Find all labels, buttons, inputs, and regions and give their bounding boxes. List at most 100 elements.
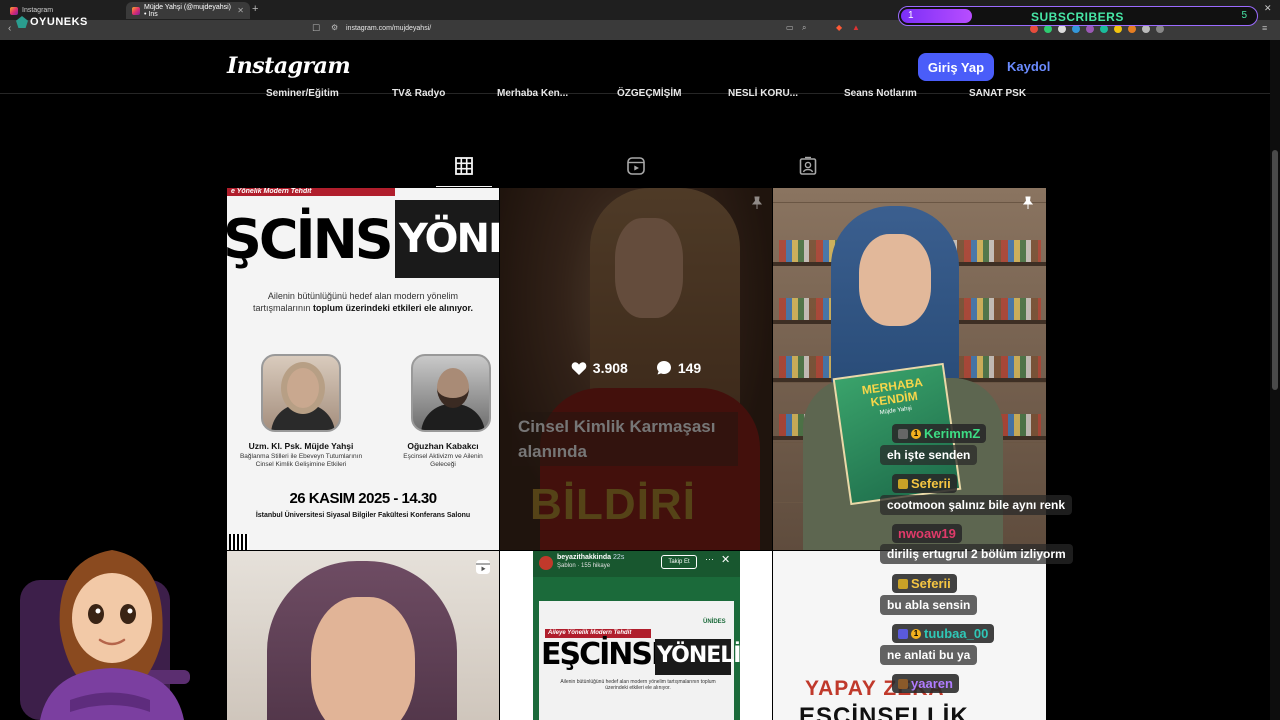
speaker-head [287,368,319,408]
bits-badge-icon: 1 [911,628,921,639]
bits-badge-icon: 1 [911,428,921,439]
post-subtitle: Ailenin bütünlüğünü hedef alan modern yö… [243,290,483,314]
extension-icon[interactable] [1128,25,1136,33]
reel-badge-icon [476,560,490,574]
speaker-topic: Eşcinsel Aktivizm ve Ailenin Geleceği [403,453,483,468]
chat-text: bu abla sensin [880,594,978,615]
avatar-face [72,573,152,663]
chat-username: Seferii [892,574,957,593]
tab-title: Instagram [22,7,54,14]
story-username: beyazithakkinda [557,554,612,561]
post-tile-hovered[interactable]: Cinsel Kimlik Karmaşası alanında BİLDİRİ… [500,188,772,550]
browser-tab-profile[interactable]: Müjde Yahşi (@mujdeyahsi) • Ins ✕ [126,2,250,19]
alert-icon[interactable]: ▲ [852,23,860,32]
chat-text: diriliş ertugrul 2 bölüm izliyorm [880,544,1073,564]
chat-username-text: KerimmZ [924,426,981,441]
close-tab-icon[interactable]: ✕ [237,6,244,15]
speaker-name: Uzm. Kl. Psk. Müjde Yahşi [248,441,354,451]
extension-icon[interactable] [1072,25,1080,33]
chat-username-text: tuubaa_00 [924,626,989,641]
reels-icon[interactable] [626,156,646,176]
speaker-body [271,404,335,430]
highlight-label[interactable]: Merhaba Ken... [497,88,568,99]
story-highlights: Seminer/Eğitim TV& Radyo Merhaba Ken... … [227,88,1047,102]
post-photo-detail [311,597,415,720]
speaker-head [437,368,469,408]
org-logo: ÜNİDES [703,619,726,625]
post-subtitle: Ailenin bütünlüğünü hedef alan modern yö… [560,679,716,691]
extension-icon[interactable] [1156,25,1164,33]
speaker-photo [261,354,341,432]
highlight-label[interactable]: TV& Radyo [392,88,445,99]
comments-count: 149 [677,360,702,376]
chat-message: Seferii bu abla sensin [880,574,978,615]
back-icon[interactable]: ‹ [8,23,11,34]
extension-icon[interactable] [1030,25,1038,33]
story-header: beyazithakkinda 22s Şablon · 155 hikaye … [533,551,740,577]
extension-icon[interactable] [1100,25,1108,33]
site-info-icon[interactable]: ⚙ [331,23,338,32]
extension-icon[interactable] [1058,25,1066,33]
sub-badge-icon [898,678,908,689]
url-field[interactable]: instagram.com/mujdeyahsi/ [346,25,431,32]
post-tile[interactable]: beyazithakkinda 22s Şablon · 155 hikaye … [500,551,772,720]
chat-username: Seferii [892,474,957,493]
comments-stat: 149 [656,360,701,376]
post-tile[interactable] [227,551,499,720]
close-window-icon[interactable]: ✕ [1264,3,1272,14]
chat-message: nwoaw19 diriliş ertugrul 2 bölüm izliyor… [880,524,1073,564]
scrollbar-thumb[interactable] [1272,150,1278,390]
chat-message: Seferii cootmoon şalınız bile aynı renk [880,474,1073,515]
follow-button: Takip Et [661,555,697,569]
instagram-logo[interactable]: Instagram [227,53,351,79]
extension-icon[interactable] [1142,25,1150,33]
highlight-label[interactable]: Seminer/Eğitim [266,88,339,99]
tagged-icon[interactable] [798,156,818,176]
post-photo-detail [859,234,931,326]
chat-username: 1 KerimmZ [892,424,987,443]
close-icon: ✕ [721,554,731,566]
sub-badge-icon [898,628,908,639]
chat-message: yaaren [880,674,959,694]
signup-link[interactable]: Kaydol [1007,59,1050,74]
extensions-toolbar [1030,25,1164,33]
post-headline: YÖNELİ [399,216,499,262]
chat-message: 1 KerimmZ eh işte senden [880,424,987,465]
zoom-icon[interactable]: ⌕ [802,23,806,33]
avatar-eye-shine [95,608,101,614]
new-tab-button[interactable]: + [252,3,258,15]
speaker-topic: Bağlanma Stilleri ile Ebeveyn Tutumların… [239,453,363,468]
chat-username: 1 tuubaa_00 [892,624,995,643]
grid-icon[interactable] [454,156,474,176]
chat-username-text: Seferii [911,476,951,491]
cast-icon[interactable]: ▭ [786,23,794,32]
avatar-eye [120,604,136,624]
active-tab-indicator [436,186,492,187]
chat-username: yaaren [892,674,959,693]
extension-icon[interactable] [1044,25,1052,33]
avatar-eye [88,604,104,624]
highlight-label[interactable]: SANAT PSK [969,88,1026,99]
pin-icon [1022,196,1034,209]
brave-shield-icon[interactable]: ◆ [836,23,842,32]
highlight-label[interactable]: NESLİ KORU... [728,88,798,99]
post-stats: 3.908 149 [500,360,772,376]
highlight-label[interactable]: ÖZGEÇMİŞİM [617,88,681,99]
chat-message: 1 tuubaa_00 ne anlati bu ya [880,624,995,665]
story-user: beyazithakkinda 22s [557,554,624,561]
menu-icon[interactable]: ≡ [1262,23,1267,33]
subscriber-goal-bar: 1 SUBSCRIBERS 5 [898,6,1258,26]
post-headline: YÖNELİM [657,643,762,668]
highlight-label[interactable]: Seans Notlarım [844,88,917,99]
page-scrollbar[interactable] [1270,40,1280,720]
subscriber-current: 1 [908,10,914,21]
bookmark-icon[interactable]: ☐ [312,23,320,34]
extension-icon[interactable] [1086,25,1094,33]
extension-icon[interactable] [1114,25,1122,33]
story-avatar [539,556,553,570]
sub-badge-icon [898,428,908,439]
subtitle-bold: toplum üzerindeki etkileri ele alınıyor. [312,303,474,313]
speaker-name: Oğuzhan Kabakcı [407,441,479,451]
login-button[interactable]: Giriş Yap [918,53,994,81]
post-tile[interactable]: e Yönelik Modern Tehdit ŞCİNSEL YÖNELİ A… [227,188,499,550]
